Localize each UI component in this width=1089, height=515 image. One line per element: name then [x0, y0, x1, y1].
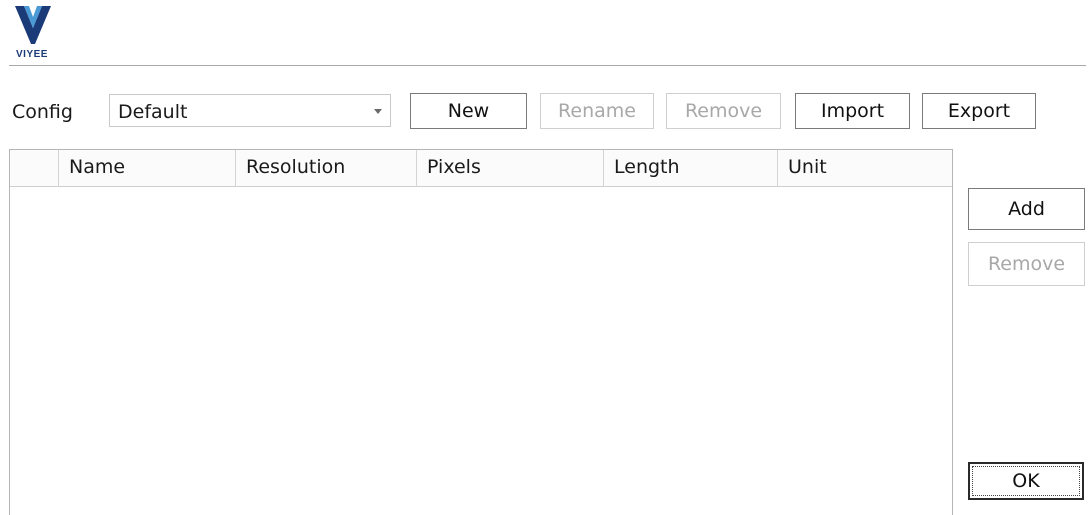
focus-ring [972, 466, 1080, 496]
ok-button[interactable]: OK [968, 462, 1084, 500]
rename-button[interactable]: Rename [540, 93, 654, 129]
config-select[interactable]: Default [109, 94, 391, 127]
header-divider [9, 65, 1086, 66]
remove-row-button[interactable]: Remove [968, 242, 1085, 286]
add-button[interactable]: Add [968, 188, 1085, 230]
config-label: Config [12, 101, 73, 123]
config-table[interactable]: Name Resolution Pixels Length Unit [9, 149, 953, 515]
viyee-logo-mark [15, 6, 51, 44]
import-button[interactable]: Import [795, 93, 910, 129]
table-header: Name Resolution Pixels Length Unit [10, 150, 952, 187]
config-select-value: Default [118, 101, 188, 123]
column-header-name[interactable]: Name [59, 150, 236, 186]
remove-config-button[interactable]: Remove [666, 93, 781, 129]
new-button[interactable]: New [410, 93, 527, 129]
logo-text: VIYEE [16, 49, 48, 60]
row-selector-header [10, 150, 59, 186]
column-header-length[interactable]: Length [604, 150, 778, 186]
column-header-pixels[interactable]: Pixels [417, 150, 604, 186]
export-button[interactable]: Export [922, 93, 1036, 129]
chevron-down-icon[interactable] [374, 109, 382, 114]
viyee-logo: VIYEE [9, 6, 59, 62]
column-header-unit[interactable]: Unit [778, 150, 952, 186]
column-header-resolution[interactable]: Resolution [236, 150, 417, 186]
